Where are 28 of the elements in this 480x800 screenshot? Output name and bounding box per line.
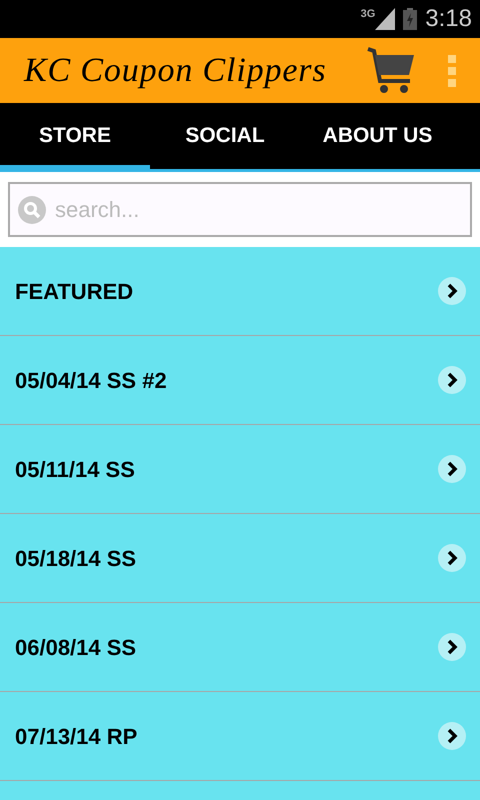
battery-icon	[403, 8, 418, 30]
chevron-icon	[438, 633, 466, 661]
chevron-icon	[438, 366, 466, 394]
item-label: FEATURED	[15, 278, 134, 306]
search-icon	[18, 196, 46, 224]
search-field[interactable]: search...	[8, 182, 472, 237]
tab[interactable]: SOCIAL	[150, 103, 300, 169]
list-item[interactable]: 05/18/14 SS	[0, 514, 480, 603]
network-type: 3G	[360, 9, 376, 20]
list-item[interactable]: 05/11/14 SS	[0, 425, 480, 514]
tab[interactable]: ABOUT US	[300, 103, 455, 169]
chevron-icon	[438, 277, 466, 305]
list-item[interactable]: 07/13/14 RP	[0, 692, 480, 781]
list-item[interactable]: FEATURED	[0, 247, 480, 336]
app-title: KC Coupon Clippers	[24, 51, 328, 91]
item-label: 05/18/14 SS	[15, 544, 138, 572]
item-label: 05/11/14 SS	[15, 456, 136, 484]
list-item[interactable]: 06/08/14 SS	[0, 603, 480, 692]
item-label: 07/13/14 RP	[15, 722, 138, 750]
chevron-icon	[438, 544, 466, 572]
chevron-icon	[438, 722, 466, 750]
clock: 3:18	[425, 7, 472, 31]
item-label: 06/08/14 SS	[15, 634, 138, 662]
cart-icon[interactable]	[366, 46, 416, 94]
list-item[interactable]: 05/04/14 SS #2	[0, 336, 480, 425]
item-label: 05/04/14 SS #2	[15, 366, 168, 394]
signal-icon	[375, 8, 396, 30]
chevron-icon	[438, 455, 466, 483]
